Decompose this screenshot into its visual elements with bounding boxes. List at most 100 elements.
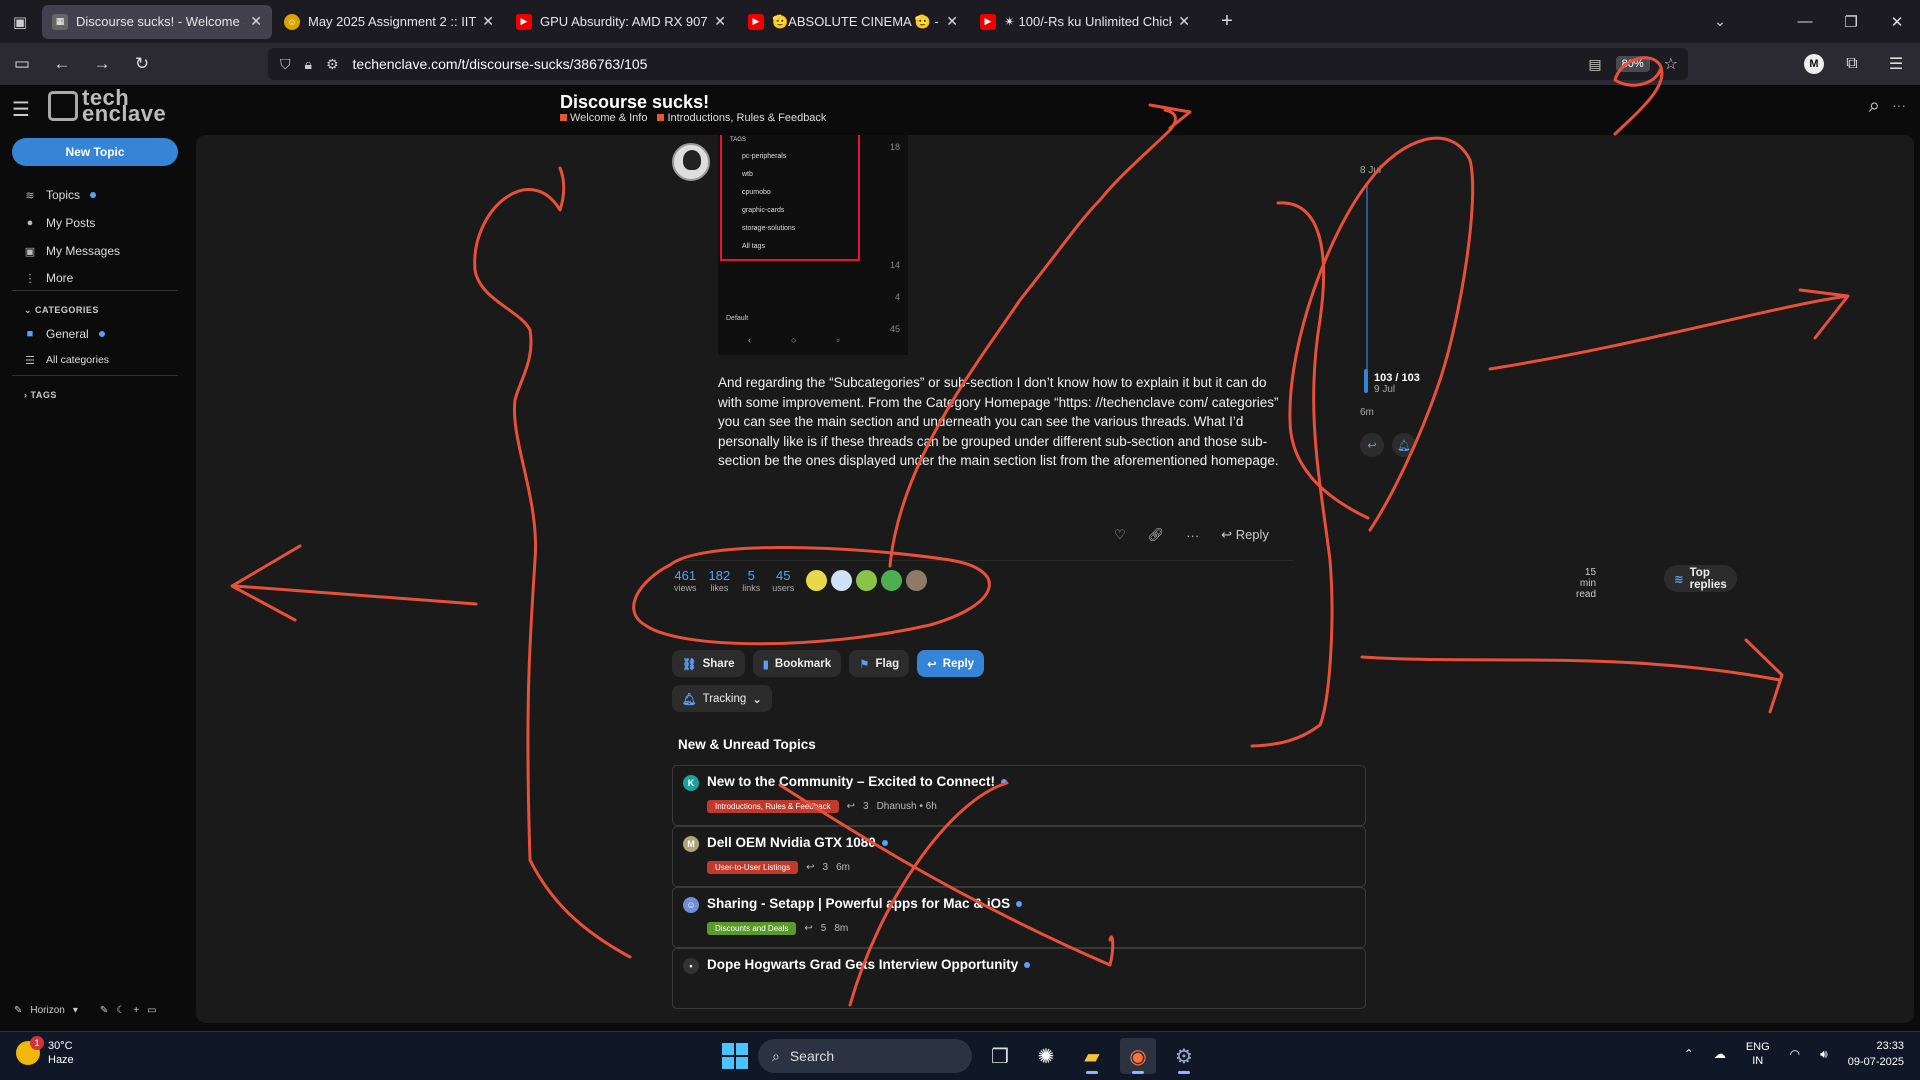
extensions-icon[interactable]: ⧉ <box>1836 48 1868 80</box>
keyboard-icon[interactable]: ▭ <box>147 1005 156 1016</box>
sidebar-item-more[interactable]: ⋮ More <box>24 268 74 288</box>
participant-avatar[interactable] <box>906 570 928 591</box>
file-explorer-icon[interactable]: ▰ <box>1074 1038 1110 1074</box>
shield-icon[interactable]: ⛉ <box>280 56 291 73</box>
flag-button[interactable]: ⚑ Flag <box>849 650 910 677</box>
close-tab-icon[interactable]: ✕ <box>1178 13 1190 30</box>
reply-button[interactable]: ↩ Reply <box>917 650 985 677</box>
bookmark-star-icon[interactable]: ☆ <box>1664 54 1678 74</box>
search-icon[interactable]: ⌕ <box>1869 95 1880 118</box>
page-title[interactable]: Discourse sucks! <box>560 92 709 113</box>
reload-icon[interactable]: ↻ <box>124 48 160 80</box>
new-topic-button[interactable]: New Topic <box>12 138 178 166</box>
categories-section-toggle[interactable]: ⌄ CATEGORIES <box>24 305 99 316</box>
settings-icon[interactable]: ⚙ <box>1166 1038 1202 1074</box>
timeline-scroll-track[interactable] <box>1366 183 1368 373</box>
post-reply-button[interactable]: ↩ Reply <box>1221 527 1269 543</box>
close-tab-icon[interactable]: ✕ <box>250 13 262 30</box>
sidebar-item-my-messages[interactable]: ▣ My Messages <box>24 241 120 261</box>
close-tab-icon[interactable]: ✕ <box>482 13 494 30</box>
windows-start-icon[interactable] <box>722 1043 748 1069</box>
language-indicator[interactable]: ENG IN <box>1746 1040 1770 1068</box>
timeline-bell-icon[interactable]: 🔔︎ <box>1392 433 1416 457</box>
url-text[interactable]: techenclave.com/t/discourse-sucks/386763… <box>353 56 1589 72</box>
embedded-screenshot[interactable]: TAGS pc-peripherals wtb cpumobo graphic-… <box>718 135 908 355</box>
more-icon[interactable]: ··· <box>1892 97 1906 113</box>
account-avatar[interactable]: M <box>1804 54 1824 74</box>
participant-avatar[interactable] <box>806 570 828 591</box>
topic-title[interactable]: Sharing - Setapp | Powerful apps for Mac… <box>707 896 1023 911</box>
like-heart-icon[interactable]: ♡ <box>1114 527 1126 543</box>
stat-likes[interactable]: 182 likes <box>709 568 731 593</box>
app-menu-icon[interactable]: ☰ <box>1880 48 1912 80</box>
sidebar-item-general[interactable]: ■ General <box>24 324 105 344</box>
tray-overflow-icon[interactable]: ⌃ <box>1684 1047 1694 1061</box>
site-logo[interactable]: tech enclave <box>48 87 166 125</box>
topic-card[interactable]: ☺ Sharing - Setapp | Powerful apps for Ma… <box>672 887 1366 948</box>
forward-icon[interactable]: → <box>84 48 120 80</box>
weather-widget[interactable]: 1 30°C Haze <box>16 1036 74 1067</box>
more-dots-icon[interactable]: ··· <box>1186 528 1199 543</box>
system-clock[interactable]: 23:33 09-07-2025 <box>1848 1038 1904 1070</box>
back-icon[interactable]: ← <box>44 48 80 80</box>
participant-avatar[interactable] <box>856 570 878 591</box>
url-bar[interactable]: ⛉ 🔒︎ ⚙ techenclave.com/t/discourse-sucks… <box>268 48 1688 80</box>
tab-assignment[interactable]: ☺ May 2025 Assignment 2 :: IITM ✕ <box>274 5 504 39</box>
category-link[interactable]: Welcome & Info <box>560 112 647 124</box>
timeline-reply-icon[interactable]: ↩ <box>1360 433 1384 457</box>
permissions-icon[interactable]: ⚙ <box>326 56 339 73</box>
timeline-start-date[interactable]: 8 Jul <box>1360 165 1381 176</box>
topic-card[interactable]: M Dell OEM Nvidia GTX 1080 User-to-User Li… <box>672 826 1366 887</box>
topic-title[interactable]: Dope Hogwarts Grad Gets Interview Opport… <box>707 957 1031 972</box>
tab-cinema[interactable]: ▶ 🫡ABSOLUTE CINEMA 🫡 - You ✕ <box>738 5 968 39</box>
category-badge[interactable]: Discounts and Deals <box>707 922 797 935</box>
plus-icon[interactable]: + <box>133 1005 139 1016</box>
timeline-scroll-handle[interactable] <box>1364 369 1368 393</box>
sidebar-item-my-posts[interactable]: ● My Posts <box>24 213 96 233</box>
stat-views[interactable]: 461 views <box>674 568 697 593</box>
sidebar-item-all-categories[interactable]: ☰ All categories <box>24 350 109 370</box>
top-replies-button[interactable]: ≋ Top replies <box>1664 565 1737 592</box>
share-button[interactable]: ⛓ Share <box>672 650 745 677</box>
bookmark-button[interactable]: ▮ Bookmark <box>752 650 842 677</box>
chatgpt-icon[interactable]: ✺ <box>1028 1038 1064 1074</box>
task-view-icon[interactable]: ❐ <box>982 1038 1018 1074</box>
lock-icon[interactable]: 🔒︎ <box>305 56 312 73</box>
theme-selector[interactable]: Horizon <box>30 1005 64 1016</box>
link-icon[interactable]: 🔗︎ <box>1148 527 1165 543</box>
participant-avatar[interactable] <box>881 570 903 591</box>
sidebar-item-topics[interactable]: ≋ Topics <box>24 185 97 205</box>
stat-links[interactable]: 5 links <box>742 568 760 593</box>
tab-discourse[interactable]: ▦ Discourse sucks! - Welcome & I ✕ <box>42 4 272 39</box>
tracking-dropdown[interactable]: 🔔︎ Tracking ⌄ <box>672 685 772 712</box>
close-tab-icon[interactable]: ✕ <box>714 13 726 30</box>
pencil-icon[interactable]: ✎ <box>100 1005 108 1016</box>
zoom-level-button[interactable]: 80% <box>1615 56 1650 72</box>
onedrive-icon[interactable]: ☁ <box>1714 1047 1726 1061</box>
moon-icon[interactable]: ☾ <box>116 1005 125 1016</box>
tags-section-toggle[interactable]: › TAGS <box>24 390 57 400</box>
restore-icon[interactable]: ❐ <box>1828 0 1874 43</box>
topic-card[interactable]: K New to the Community – Excited to Conne… <box>672 765 1366 826</box>
topic-card[interactable]: • Dope Hogwarts Grad Gets Interview Oppor… <box>672 948 1366 1009</box>
close-tab-icon[interactable]: ✕ <box>946 13 958 30</box>
category-link[interactable]: Introductions, Rules & Feedback <box>657 112 826 124</box>
topic-title[interactable]: New to the Community – Excited to Connec… <box>707 774 1008 789</box>
topic-title[interactable]: Dell OEM Nvidia GTX 1080 <box>707 835 888 850</box>
tab-gpu[interactable]: ▶ GPU Absurdity: AMD RX 9070 X ✕ <box>506 5 736 39</box>
stat-users[interactable]: 45 users <box>772 568 794 593</box>
minimize-icon[interactable]: — <box>1782 0 1828 43</box>
wifi-icon[interactable]: ◠ <box>1790 1047 1800 1061</box>
list-all-tabs-icon[interactable]: ⌄ <box>1700 0 1740 43</box>
avatar[interactable] <box>672 143 710 181</box>
firefox-icon[interactable]: ◉ <box>1120 1038 1156 1074</box>
timeline-end-age[interactable]: 6m <box>1360 407 1374 418</box>
participant-avatar[interactable] <box>831 570 853 591</box>
volume-icon[interactable]: 🔊︎ <box>1820 1047 1828 1062</box>
taskbar-search-box[interactable]: ⌕ Search <box>758 1039 972 1073</box>
tab-overview-icon[interactable]: ▣ <box>0 0 40 43</box>
new-tab-button[interactable]: + <box>1210 5 1244 39</box>
hamburger-menu-icon[interactable]: ☰ <box>12 97 30 122</box>
category-badge[interactable]: User-to-User Listings <box>707 861 799 874</box>
tab-chicken[interactable]: ▶ ✴ 100/-Rs ku Unlimited Chick ✕ <box>970 5 1200 39</box>
